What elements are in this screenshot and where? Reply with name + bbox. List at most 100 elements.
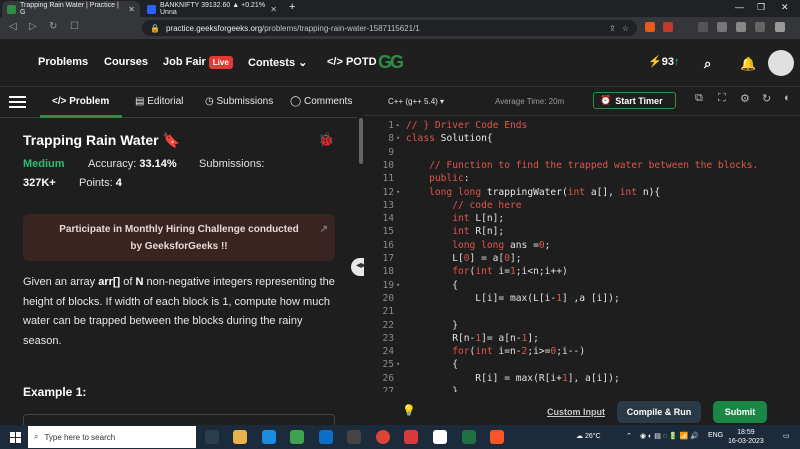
nav-job-fair[interactable]: Job Fair Live	[163, 56, 233, 69]
lightbulb-icon[interactable]: 💡	[402, 404, 416, 417]
tab-submissions[interactable]: ◷ Submissions	[205, 96, 273, 107]
browser-tab-title: BANKNIFTY 39132.60 ▲ +0.21% Unna	[160, 2, 266, 16]
bookmark-icon[interactable]: ☐	[70, 21, 79, 32]
code-text: public:	[429, 173, 470, 185]
file-explorer-icon[interactable]	[233, 430, 247, 444]
taskbar-clock[interactable]: 18:59 16-03-2023	[728, 428, 764, 446]
tray-chevron-icon[interactable]: ⌃	[626, 432, 632, 440]
example-box	[23, 414, 335, 425]
fold-arrow-icon[interactable]: ▾	[396, 279, 404, 292]
code-text: {	[406, 359, 458, 371]
notification-icon[interactable]: ▭	[783, 432, 790, 440]
wallet-icon[interactable]	[755, 22, 765, 32]
browser-tab-gfg[interactable]: Trapping Rain Water | Practice | G ✕	[2, 1, 140, 17]
puzzle-icon[interactable]	[717, 22, 727, 32]
bell-icon[interactable]: 🔔	[740, 56, 756, 72]
fold-arrow-icon[interactable]: ▾	[396, 132, 404, 145]
minimize-icon[interactable]: —	[735, 2, 744, 12]
tray-icons[interactable]: ◉ ◐ ▤ ◌ 🔋 📶 🔊	[640, 432, 699, 440]
problem-scrollbar[interactable]	[359, 118, 363, 164]
forward-icon[interactable]: ▷	[29, 21, 37, 32]
hamburger-icon[interactable]	[9, 96, 26, 109]
nav-courses[interactable]: Courses	[104, 56, 148, 68]
windows-taskbar: ⌕ Type here to search ☁ 26°C ⌃ ◉ ◐ ▤ ◌ 🔋…	[0, 425, 800, 449]
brave-shields-icon[interactable]	[645, 22, 655, 32]
bug-report-icon[interactable]: 🐞	[318, 132, 334, 148]
url-host: practice.geeksforgeeks.org	[165, 23, 263, 33]
fold-arrow-icon[interactable]: ▾	[396, 186, 404, 199]
code-text: // code here	[406, 199, 522, 211]
anydesk-icon[interactable]	[404, 430, 418, 444]
start-timer-button[interactable]: ⏰ Start Timer	[593, 92, 676, 109]
nav-potd[interactable]: </> POTD	[327, 56, 377, 68]
problem-tabs: </> Problem ▤ Editorial ◷ Submissions ◯ …	[0, 88, 357, 118]
brave-icon[interactable]	[490, 430, 504, 444]
brave-rewards-icon[interactable]	[663, 22, 673, 32]
nav-problems[interactable]: Problems	[38, 56, 88, 68]
tab-comments[interactable]: ◯ Comments	[290, 96, 352, 107]
edge-icon[interactable]	[262, 430, 276, 444]
line-number: 1	[388, 120, 394, 131]
back-icon[interactable]: ◁	[9, 21, 17, 32]
nav-contests[interactable]: Contests ⌄	[248, 56, 307, 69]
chrome-icon[interactable]	[376, 430, 390, 444]
close-tab-icon[interactable]: ✕	[128, 5, 135, 14]
tab-editorial[interactable]: ▤ Editorial	[135, 96, 183, 107]
store-icon[interactable]	[290, 430, 304, 444]
task-view-icon[interactable]	[205, 430, 219, 444]
compile-run-button[interactable]: Compile & Run	[617, 401, 701, 423]
browser-tab-banknifty[interactable]: BANKNIFTY 39132.60 ▲ +0.21% Unna ✕	[142, 1, 282, 17]
url-bar[interactable]: 🔒 practice.geeksforgeeks.org/problems/tr…	[142, 20, 637, 36]
new-tab-button[interactable]: +	[289, 1, 295, 13]
copy-icon[interactable]: ⧉	[695, 92, 703, 105]
theme-icon[interactable]: ◐	[784, 92, 791, 104]
avatar[interactable]	[768, 50, 794, 76]
code-text: for(int i=1;i<n;i++)	[452, 266, 568, 278]
tab-problem[interactable]: </> Problem	[52, 96, 109, 107]
streak-counter[interactable]: ⚡93↑	[648, 55, 679, 68]
reload-icon[interactable]: ↻	[49, 21, 57, 32]
site-navbar: Problems Courses Job Fair Live Contests ⌄…	[0, 39, 800, 87]
submit-button[interactable]: Submit	[713, 401, 767, 423]
fold-arrow-icon[interactable]: ▸	[396, 119, 404, 132]
restore-icon[interactable]: ❐	[757, 2, 765, 13]
hiring-challenge-banner[interactable]: Participate in Monthly Hiring Challenge …	[23, 214, 335, 261]
alarm-icon: ⏰	[600, 95, 612, 105]
extension-icon[interactable]	[698, 22, 708, 32]
document-icon: ▤	[135, 96, 145, 107]
bookmark-icon[interactable]: 🔖	[163, 132, 180, 148]
editor-footer: 💡 Custom Input Compile & Run Submit	[364, 392, 800, 425]
problem-description: Given an array arr[] of N non-negative i…	[23, 276, 335, 347]
code-text: {	[406, 279, 458, 291]
share-icon[interactable]: ⇪	[609, 24, 616, 33]
language-indicator[interactable]: ENG	[708, 432, 723, 439]
github-icon[interactable]	[433, 430, 447, 444]
fullscreen-icon[interactable]: ⛶	[718, 92, 726, 105]
gfg-logo[interactable]: GG	[378, 52, 404, 73]
search-icon[interactable]: ⌕	[704, 56, 711, 72]
windows-start-icon[interactable]	[10, 432, 21, 443]
mail-icon[interactable]	[319, 430, 333, 444]
gear-icon[interactable]: ⚙	[740, 92, 750, 105]
custom-input-link[interactable]: Custom Input	[547, 407, 605, 417]
arrow-up-icon: ↑	[673, 56, 680, 68]
line-number: 10	[382, 159, 394, 171]
code-text: class Solution{	[406, 133, 493, 145]
external-link-icon[interactable]: ↗	[320, 221, 328, 238]
fold-arrow-icon[interactable]: ▾	[396, 358, 404, 371]
app-icon[interactable]	[347, 430, 361, 444]
star-icon[interactable]: ☆	[622, 24, 629, 33]
excel-icon[interactable]	[462, 430, 476, 444]
average-time: Average Time: 20m	[495, 97, 565, 106]
close-window-icon[interactable]: ✕	[781, 2, 789, 13]
lightning-icon: ⚡	[648, 56, 662, 68]
code-text: for(int i=n-2;i>=0;i--)	[452, 346, 586, 358]
menu-icon[interactable]	[775, 22, 785, 32]
taskbar-search[interactable]: ⌕ Type here to search	[28, 426, 196, 448]
code-editor[interactable]: 1 ▸// } Driver Code Ends 8 ▾ class Solution{…	[364, 116, 800, 392]
language-select[interactable]: C++ (g++ 5.4) ▾	[388, 97, 444, 106]
close-tab-icon[interactable]: ✕	[270, 5, 277, 14]
sidebar-icon[interactable]	[736, 22, 746, 32]
reset-icon[interactable]: ↻	[762, 92, 771, 105]
weather-widget[interactable]: ☁ 26°C	[576, 432, 601, 440]
